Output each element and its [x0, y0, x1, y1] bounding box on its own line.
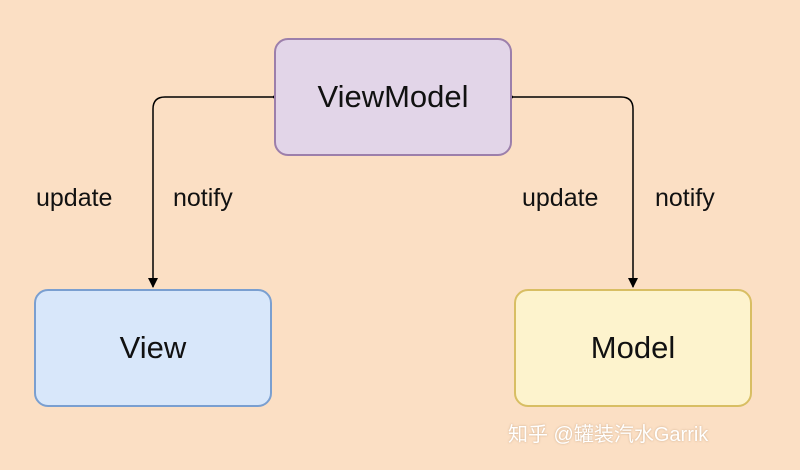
- view-label: View: [119, 330, 187, 365]
- model-node: Model: [514, 289, 752, 407]
- viewmodel-node: ViewModel: [274, 38, 512, 156]
- view-node: View: [34, 289, 272, 407]
- watermark: 知乎 @罐装汽水Garrik: [508, 424, 709, 446]
- right-update-label: update: [522, 184, 599, 212]
- left-notify-label: notify: [173, 184, 233, 212]
- left-update-label: update: [36, 184, 113, 212]
- right-notify-label: notify: [655, 184, 715, 212]
- model-label: Model: [590, 330, 676, 365]
- viewmodel-label: ViewModel: [317, 79, 469, 114]
